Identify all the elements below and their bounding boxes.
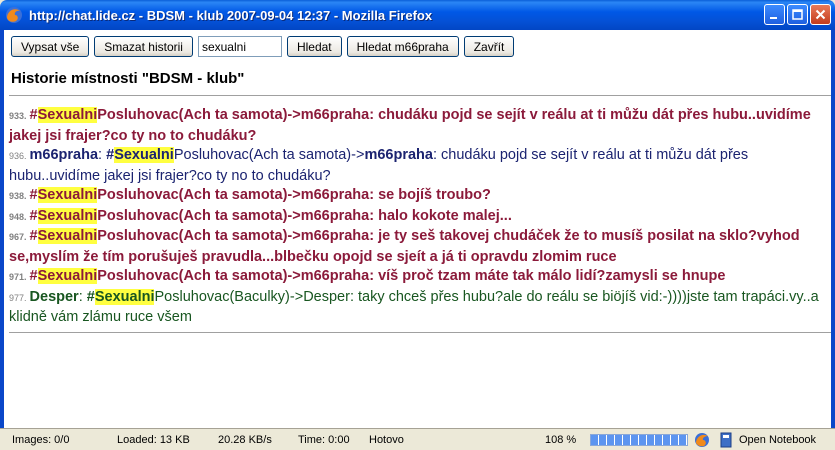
close-button[interactable]: Zavřít bbox=[463, 36, 515, 57]
search-highlight: Sexualni bbox=[37, 268, 98, 284]
message-number: 933. bbox=[9, 111, 27, 121]
message-item: 933. #SexualniPosluhovac(Ach ta samota)->… bbox=[9, 106, 827, 146]
hash-mark: # bbox=[86, 288, 95, 305]
sender: Posluhovac(Ach ta samota) bbox=[97, 107, 288, 123]
separator: : bbox=[98, 147, 107, 163]
search-button[interactable]: Hledat bbox=[286, 36, 342, 57]
status-bar: Images: 0/0 Loaded: 13 KB 20.28 KB/s Tim… bbox=[0, 428, 835, 450]
hash-mark: # bbox=[106, 147, 115, 163]
zoom-level[interactable]: 108 % bbox=[545, 434, 576, 446]
sender: Posluhovac(Ach ta samota) bbox=[97, 207, 288, 224]
sender: Posluhovac(Ach ta samota) bbox=[97, 228, 288, 244]
message-number: 948. bbox=[9, 211, 27, 222]
title-bar[interactable]: http://chat.lide.cz - BDSM - klub 2007-0… bbox=[0, 0, 835, 30]
message-item: 971. #SexualniPosluhovac(Ach ta samota)->… bbox=[9, 267, 827, 288]
recipient: m66praha bbox=[300, 268, 370, 284]
arrow: -> bbox=[287, 228, 301, 244]
show-all-button[interactable]: Vypsat vše bbox=[11, 36, 90, 57]
search-highlight: Sexualni bbox=[37, 187, 98, 203]
arrow: -> bbox=[287, 187, 301, 203]
recipient: m66praha bbox=[300, 228, 370, 244]
message-number: 967. bbox=[9, 232, 27, 242]
open-notebook-link[interactable]: Open Notebook bbox=[739, 434, 816, 446]
hash-mark: # bbox=[29, 107, 38, 123]
hash-mark: # bbox=[29, 187, 38, 203]
recipient: m66praha bbox=[300, 107, 370, 123]
search-highlight: Sexualni bbox=[94, 288, 155, 305]
notebook-icon[interactable] bbox=[718, 432, 734, 448]
search-highlight: Sexualni bbox=[37, 228, 98, 244]
page-title: Historie místnosti "BDSM - klub" bbox=[11, 70, 245, 87]
status-speed: 20.28 KB/s bbox=[218, 434, 272, 446]
arrow: -> bbox=[351, 147, 365, 163]
arrow: -> bbox=[287, 107, 301, 123]
recipient: m66praha bbox=[300, 207, 370, 224]
message-text: : víš proč tzam máte tak málo lidí?zamys… bbox=[369, 268, 726, 284]
maximize-icon[interactable] bbox=[787, 4, 808, 25]
minimize-icon[interactable] bbox=[764, 4, 785, 25]
sender: Posluhovac(Baculky) bbox=[154, 288, 290, 305]
divider bbox=[9, 332, 831, 334]
hash-mark: # bbox=[29, 228, 38, 244]
message-item: 936. m66praha: #SexualniPosluhovac(Ach ta… bbox=[9, 146, 827, 186]
firefox-icon bbox=[6, 7, 22, 23]
recipient: Desper bbox=[303, 288, 350, 305]
message-number: 938. bbox=[9, 191, 27, 201]
message-item: 938. #SexualniPosluhovac(Ach ta samota)->… bbox=[9, 186, 827, 207]
arrow: -> bbox=[289, 288, 304, 305]
recipient: m66praha bbox=[364, 147, 433, 163]
progress-fill bbox=[591, 435, 687, 445]
status-state: Hotovo bbox=[369, 434, 404, 446]
search-highlight: Sexualni bbox=[114, 147, 174, 163]
search-highlight: Sexualni bbox=[37, 207, 98, 224]
close-icon[interactable] bbox=[810, 4, 831, 25]
status-time: Time: 0:00 bbox=[298, 434, 350, 446]
recipient: m66praha bbox=[300, 187, 370, 203]
hash-mark: # bbox=[29, 268, 38, 284]
toolbar: Vypsat vše Smazat historii Hledat Hledat… bbox=[11, 36, 515, 57]
message-list: 933. #SexualniPosluhovac(Ach ta samota)->… bbox=[9, 106, 827, 328]
sender: Posluhovac(Ach ta samota) bbox=[97, 187, 288, 203]
separator: : bbox=[78, 288, 87, 305]
message-number: 971. bbox=[9, 272, 27, 282]
author: m66praha bbox=[29, 147, 99, 163]
message-number: 936. bbox=[9, 151, 27, 161]
author: Desper bbox=[29, 288, 79, 305]
arrow: -> bbox=[287, 207, 301, 224]
status-loaded: Loaded: 13 KB bbox=[117, 434, 190, 446]
search-highlight: Sexualni bbox=[37, 107, 98, 123]
search-user-button[interactable]: Hledat m66praha bbox=[346, 36, 459, 57]
message-text: : halo kokote malej... bbox=[369, 207, 512, 224]
message-number: 977. bbox=[9, 292, 27, 303]
arrow: -> bbox=[287, 268, 301, 284]
message-item: 948. #SexualniPosluhovac(Ach ta samota)->… bbox=[9, 207, 827, 228]
sender: Posluhovac(Ach ta samota) bbox=[173, 147, 352, 163]
search-input[interactable] bbox=[197, 36, 282, 57]
hash-mark: # bbox=[29, 207, 38, 224]
divider bbox=[9, 95, 831, 97]
status-images: Images: 0/0 bbox=[12, 434, 70, 446]
page-content: Vypsat vše Smazat historii Hledat Hledat… bbox=[0, 30, 835, 450]
clear-history-button[interactable]: Smazat historii bbox=[94, 36, 193, 57]
message-item: 977. Desper: #SexualniPosluhovac(Baculky)… bbox=[9, 288, 827, 328]
message-item: 967. #SexualniPosluhovac(Ach ta samota)->… bbox=[9, 227, 827, 267]
firefox-status-icon[interactable] bbox=[694, 432, 710, 448]
progress-bar bbox=[590, 434, 688, 446]
message-text: : se bojíš troubo? bbox=[369, 187, 491, 203]
window-title: http://chat.lide.cz - BDSM - klub 2007-0… bbox=[29, 7, 433, 23]
sender: Posluhovac(Ach ta samota) bbox=[97, 268, 288, 284]
